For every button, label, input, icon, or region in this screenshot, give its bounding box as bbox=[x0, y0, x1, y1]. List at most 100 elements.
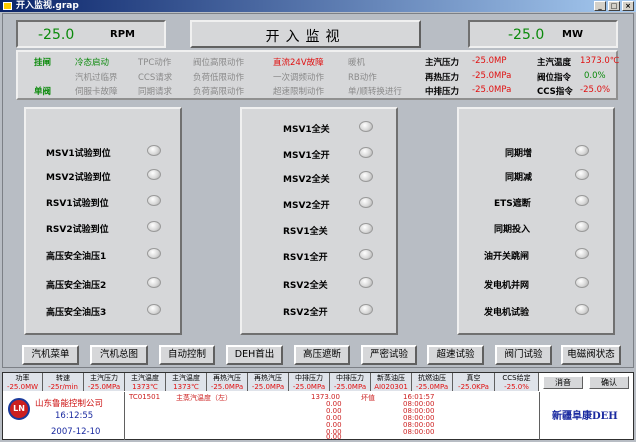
clock-time: 16:12:55 bbox=[55, 411, 94, 421]
minimize-button[interactable]: _ bbox=[594, 1, 606, 11]
param-header-label: 中排压力 bbox=[295, 374, 323, 382]
lamp-breaker-trip bbox=[575, 248, 589, 259]
param-header-cell: 新蒸油压 AI020301 bbox=[371, 373, 412, 391]
lamp-label-sync-decrease: 同期减 bbox=[505, 173, 533, 183]
lamp-hp-safety-oil-1 bbox=[147, 248, 161, 259]
param-header-value: -25.0MPa bbox=[415, 382, 449, 391]
param-header-value: -25.0MPa bbox=[333, 382, 367, 391]
lamp-label-msv1-open: MSV1全开 bbox=[283, 151, 330, 161]
lamp-hp-safety-oil-3 bbox=[147, 304, 161, 315]
lamp-msv1-test bbox=[147, 145, 161, 156]
middle-lamp-panel bbox=[240, 107, 398, 335]
turbine-menu-button[interactable]: 汽机菜单 bbox=[22, 345, 79, 365]
param-header-value: -25.0KPa bbox=[458, 382, 489, 391]
lamp-msv2-open bbox=[359, 197, 373, 208]
page-title-box: 开入监视 bbox=[190, 20, 421, 48]
right-lamp-panel bbox=[457, 107, 615, 335]
lamp-label-ets-trip: ETS遮断 bbox=[494, 199, 531, 209]
deh-first-out-button[interactable]: DEH首出 bbox=[226, 345, 283, 365]
lamp-label-hp-safety-oil-2: 高压安全油压2 bbox=[46, 281, 107, 291]
lamp-label-hp-safety-oil-3: 高压安全油压3 bbox=[46, 308, 107, 318]
lamp-label-breaker-trip: 油开关跳闸 bbox=[484, 252, 530, 262]
brand-panel: 新疆阜康DEH bbox=[539, 392, 634, 440]
alarm-zero: 0.00 bbox=[326, 433, 342, 441]
alarm-time: 08:00:00 bbox=[403, 428, 435, 436]
param-header-value: AI020301 bbox=[374, 382, 408, 391]
lamp-label-msv2-test: MSV2试验到位 bbox=[46, 173, 111, 183]
status-load-low-limit: 负荷低限动作 bbox=[193, 73, 245, 83]
tightness-test-button[interactable]: 严密试验 bbox=[361, 345, 417, 365]
param-header-label: 转速 bbox=[56, 374, 70, 382]
solenoid-status-button[interactable]: 电磁阀状态 bbox=[561, 345, 621, 365]
company-logo: LN bbox=[8, 398, 30, 420]
status-sync-request: 同期请求 bbox=[138, 87, 173, 97]
status-single-seq-switch: 单/顺转换进行 bbox=[348, 87, 402, 97]
lamp-rsv2-test bbox=[147, 221, 161, 232]
status-servo-fault: 伺服卡故障 bbox=[75, 87, 118, 97]
maximize-button[interactable]: □ bbox=[608, 1, 620, 11]
param-header-label: 主汽温度 bbox=[131, 374, 159, 382]
status-warmup: 暖机 bbox=[348, 58, 366, 68]
overspeed-test-button[interactable]: 超速试验 bbox=[427, 345, 484, 365]
page-title: 开入监视 bbox=[265, 29, 346, 45]
param-header-value: -25.0MPa bbox=[251, 382, 285, 391]
auto-control-button[interactable]: 自动控制 bbox=[159, 345, 215, 365]
company-panel: LN 山东鲁能控制公司 16:12:55 2007-12-10 bbox=[3, 392, 125, 440]
param-main-steam-pressure-label: 主汽压力 bbox=[425, 58, 460, 68]
param-header-value: -25r/min bbox=[48, 382, 78, 391]
lamp-ets-trip bbox=[575, 195, 589, 206]
param-header-value: -25.0MPa bbox=[292, 382, 326, 391]
param-header-label: 真空 bbox=[466, 374, 481, 382]
mute-button[interactable]: 消音 bbox=[543, 376, 583, 389]
lamp-label-msv2-open: MSV2全开 bbox=[283, 201, 330, 211]
param-main-steam-temp-value: 1373.0℃ bbox=[580, 56, 620, 66]
param-header-label: 再热汽压 bbox=[254, 374, 282, 382]
lamp-label-rsv1-closed: RSV1全关 bbox=[283, 227, 328, 237]
rpm-unit: RPM bbox=[110, 29, 135, 40]
param-header-value: -25.0MPa bbox=[210, 382, 244, 391]
lamp-label-generator-test: 发电机试验 bbox=[484, 308, 530, 318]
brand-name: 新疆阜康DEH bbox=[552, 411, 618, 422]
lamp-hp-safety-oil-2 bbox=[147, 277, 161, 288]
param-valve-command-value: 0.0% bbox=[584, 71, 606, 81]
param-header-cell: 再热汽压 -25.0MPa bbox=[248, 373, 289, 391]
alarm-code: TC01501 bbox=[129, 393, 161, 401]
mw-value: -25.0 bbox=[508, 27, 545, 43]
param-header-cell: 抗燃油压 -25.0MPa bbox=[412, 373, 453, 391]
param-header-value: -25.0MPa bbox=[87, 382, 121, 391]
window-titlebar: 开入监视.grap _ □ × bbox=[0, 0, 636, 12]
valve-test-button[interactable]: 阀门试验 bbox=[495, 345, 552, 365]
close-button[interactable]: × bbox=[622, 1, 634, 11]
param-header-cell: 再热汽压 -25.0MPa bbox=[207, 373, 248, 391]
rpm-display: -25.0 RPM bbox=[16, 20, 166, 48]
param-header-cell: 真空 -25.0KPa bbox=[453, 373, 495, 391]
lamp-label-msv1-closed: MSV1全关 bbox=[283, 125, 330, 135]
window-title: 开入监视.grap bbox=[16, 1, 79, 11]
param-header-label: 中排压力 bbox=[336, 374, 364, 382]
param-main-steam-pressure-value: -25.0MP bbox=[472, 56, 507, 66]
param-header-label: 抗燃油压 bbox=[418, 374, 446, 382]
param-header-cell: 功率 -25.0MW bbox=[3, 373, 43, 391]
param-header-cell: 转速 -25r/min bbox=[43, 373, 84, 391]
lamp-label-rsv1-open: RSV1全开 bbox=[283, 253, 328, 263]
param-ccs-command-value: -25.0% bbox=[580, 85, 611, 95]
param-header-cell: 主汽压力 -25.0MPa bbox=[84, 373, 125, 391]
lamp-label-generator-grid: 发电机并网 bbox=[484, 281, 530, 291]
lamp-generator-test bbox=[575, 304, 589, 315]
turbine-overview-button[interactable]: 汽机总图 bbox=[90, 345, 148, 365]
lamp-label-sync-on: 同期投入 bbox=[494, 225, 531, 235]
param-header-cell: 主汽温度 1373℃ bbox=[125, 373, 166, 391]
lamp-label-rsv2-open: RSV2全开 bbox=[283, 308, 328, 318]
lamp-msv2-closed bbox=[359, 171, 373, 182]
confirm-button[interactable]: 确认 bbox=[589, 376, 629, 389]
param-header-cell: 中排压力 -25.0MPa bbox=[330, 373, 371, 391]
lamp-label-msv1-test: MSV1试验到位 bbox=[46, 149, 111, 159]
status-tpc: TPC动作 bbox=[138, 58, 172, 68]
param-header-label: CCS给定 bbox=[502, 374, 531, 382]
lamp-rsv2-open bbox=[359, 304, 373, 315]
status-primary-freq: 一次调频动作 bbox=[273, 73, 325, 83]
param-header-cell: 主汽温度 1373℃ bbox=[166, 373, 207, 391]
param-reheat-pressure-label: 再热压力 bbox=[425, 73, 460, 83]
param-header-cell: CCS给定 -25.0% bbox=[495, 373, 539, 391]
hp-trip-button[interactable]: 高压遮断 bbox=[294, 345, 350, 365]
